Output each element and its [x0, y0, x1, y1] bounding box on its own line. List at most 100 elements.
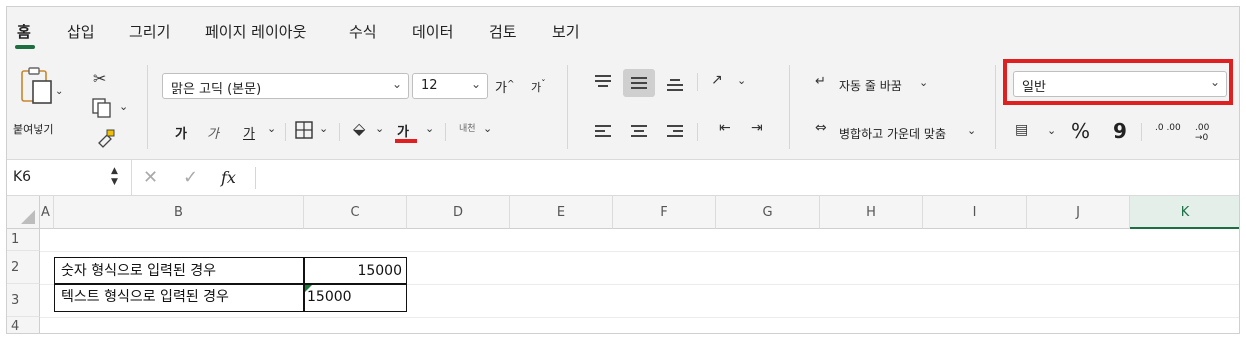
increase-indent-icon[interactable]: ⇥	[751, 121, 763, 135]
row-header-2[interactable]: 2	[7, 251, 40, 284]
column-header-d[interactable]: D	[407, 196, 510, 229]
bold-button[interactable]: 가	[175, 123, 187, 142]
chevron-down-icon: ⌄	[391, 77, 402, 91]
align-bottom-icon[interactable]	[667, 79, 683, 91]
paste-label: 붙여넣기	[13, 123, 54, 136]
shrink-font-glyph: 가	[531, 81, 542, 94]
decrease-indent-icon[interactable]: ⇤	[719, 121, 731, 135]
fill-color-dropdown-icon[interactable]: ⌄	[375, 123, 384, 134]
highlight-box	[1003, 59, 1233, 105]
row-header-3[interactable]: 3	[7, 284, 40, 317]
name-box[interactable]: K6 ▲ ▼	[7, 160, 132, 196]
gridline	[40, 251, 1239, 252]
underline-button[interactable]: 가	[243, 123, 255, 142]
fill-color-icon[interactable]: ⬙	[353, 121, 365, 137]
separator	[697, 123, 698, 141]
clipboard-icon	[21, 67, 52, 104]
row-header-4[interactable]: 4	[7, 317, 40, 333]
increase-decimal-button[interactable]: .0 .00	[1155, 123, 1183, 133]
column-header-i[interactable]: I	[923, 196, 1027, 229]
column-header-j[interactable]: J	[1027, 196, 1130, 229]
phonetic-button[interactable]: 내천	[459, 121, 476, 134]
enter-icon[interactable]: ✓	[183, 169, 198, 187]
column-header-e[interactable]: E	[510, 196, 613, 229]
separator	[1141, 123, 1142, 141]
grow-font-button[interactable]: 가^	[495, 77, 515, 96]
paste-button[interactable]: ⌄ 붙여넣기	[13, 63, 71, 147]
tab-draw[interactable]: 그리기	[129, 21, 170, 42]
active-tab-indicator	[15, 45, 35, 49]
orientation-icon[interactable]: ↗	[711, 73, 723, 87]
formula-input[interactable]	[265, 169, 1225, 187]
grow-font-glyph: 가	[495, 81, 507, 96]
tab-view[interactable]: 보기	[552, 21, 580, 42]
tab-page-layout[interactable]: 페이지 레이아웃	[205, 21, 306, 42]
borders-icon[interactable]	[295, 121, 313, 139]
separator	[285, 123, 286, 141]
column-header-f[interactable]: F	[613, 196, 716, 229]
tab-insert[interactable]: 삽입	[67, 21, 95, 42]
align-middle-icon	[631, 77, 647, 89]
column-header-h[interactable]: H	[820, 196, 923, 229]
orientation-dropdown-icon[interactable]: ⌄	[737, 75, 746, 86]
separator	[255, 167, 256, 189]
shrink-font-button[interactable]: 가ˇ	[531, 79, 546, 95]
cell-b2[interactable]: 숫자 형식으로 입력된 경우	[54, 257, 305, 285]
text-number-warning-icon[interactable]	[305, 285, 312, 292]
insert-function-button[interactable]: fx	[221, 168, 236, 187]
borders-dropdown-icon[interactable]: ⌄	[319, 123, 328, 134]
chevron-down-icon[interactable]: ⌄	[967, 125, 976, 136]
font-name-select[interactable]: 맑은 고딕 (본문) ⌄	[162, 73, 409, 99]
column-header-k[interactable]: K	[1130, 196, 1239, 229]
separator	[995, 65, 996, 149]
font-size-value: 12	[421, 78, 438, 93]
accounting-dropdown-icon[interactable]: ⌄	[1047, 125, 1056, 136]
align-right-icon[interactable]	[667, 125, 683, 137]
column-header-a[interactable]: A	[40, 196, 54, 229]
tab-home[interactable]: 홈	[17, 21, 31, 42]
comma-button[interactable]: 9	[1113, 119, 1127, 143]
formula-bar: K6 ▲ ▼ ✕ ✓ fx	[7, 160, 1239, 196]
accounting-format-icon[interactable]: ▤	[1015, 123, 1028, 137]
gridline	[40, 317, 1239, 318]
column-header-g[interactable]: G	[716, 196, 820, 229]
separator	[567, 65, 568, 149]
worksheet-grid[interactable]: A B C D E F G H I J K 1 2 3 4 숫자 형식으로 입력…	[7, 196, 1239, 333]
ribbon: ⌄ 붙여넣기 ✂ ⌄ 맑은 고딕 (본문) ⌄ 12 ⌄ 가^ 가ˇ 가 가 가…	[7, 55, 1239, 160]
percent-button[interactable]: %	[1071, 119, 1090, 143]
paste-dropdown-icon[interactable]: ⌄	[55, 87, 63, 97]
column-header-b[interactable]: B	[54, 196, 304, 229]
wrap-text-icon[interactable]: ↵	[815, 75, 826, 88]
cut-icon[interactable]: ✂	[93, 71, 106, 87]
cell-c3[interactable]: 15000	[303, 283, 407, 312]
tab-review[interactable]: 검토	[489, 21, 517, 42]
wrap-text-button[interactable]: 자동 줄 바꿈	[839, 77, 902, 94]
select-all-button[interactable]	[7, 196, 40, 229]
phonetic-dropdown-icon[interactable]: ⌄	[483, 123, 492, 134]
cell-c2[interactable]: 15000	[303, 257, 407, 285]
italic-button[interactable]: 가	[207, 123, 219, 142]
tab-formulas[interactable]: 수식	[349, 21, 377, 42]
copy-dropdown-icon[interactable]: ⌄	[119, 101, 128, 112]
merge-center-button[interactable]: 병합하고 가운데 맞춤	[839, 125, 946, 142]
align-top-icon[interactable]	[595, 75, 611, 87]
font-color-button[interactable]: 가	[397, 121, 409, 140]
font-color-dropdown-icon[interactable]: ⌄	[425, 123, 434, 134]
align-center-icon[interactable]	[631, 125, 647, 137]
tab-data[interactable]: 데이터	[412, 21, 453, 42]
cancel-icon[interactable]: ✕	[143, 169, 158, 187]
separator	[789, 65, 790, 149]
row-header-1[interactable]: 1	[7, 229, 40, 251]
underline-dropdown-icon[interactable]: ⌄	[267, 123, 276, 134]
cell-b3[interactable]: 텍스트 형식으로 입력된 경우	[54, 283, 305, 312]
decrease-decimal-button[interactable]: .00 →0	[1195, 123, 1223, 143]
align-left-icon[interactable]	[595, 125, 611, 137]
merge-center-icon[interactable]: ⇔	[815, 121, 827, 135]
column-header-c[interactable]: C	[304, 196, 407, 229]
font-size-select[interactable]: 12 ⌄	[412, 73, 488, 99]
chevron-down-icon[interactable]: ⌄	[919, 77, 928, 88]
name-box-stepper-icon[interactable]: ▲ ▼	[111, 166, 118, 188]
format-painter-icon[interactable]	[95, 127, 117, 149]
copy-icon[interactable]	[91, 97, 113, 119]
ribbon-tabs: 홈 삽입 그리기 페이지 레이아웃 수식 데이터 검토 보기	[7, 7, 1239, 55]
